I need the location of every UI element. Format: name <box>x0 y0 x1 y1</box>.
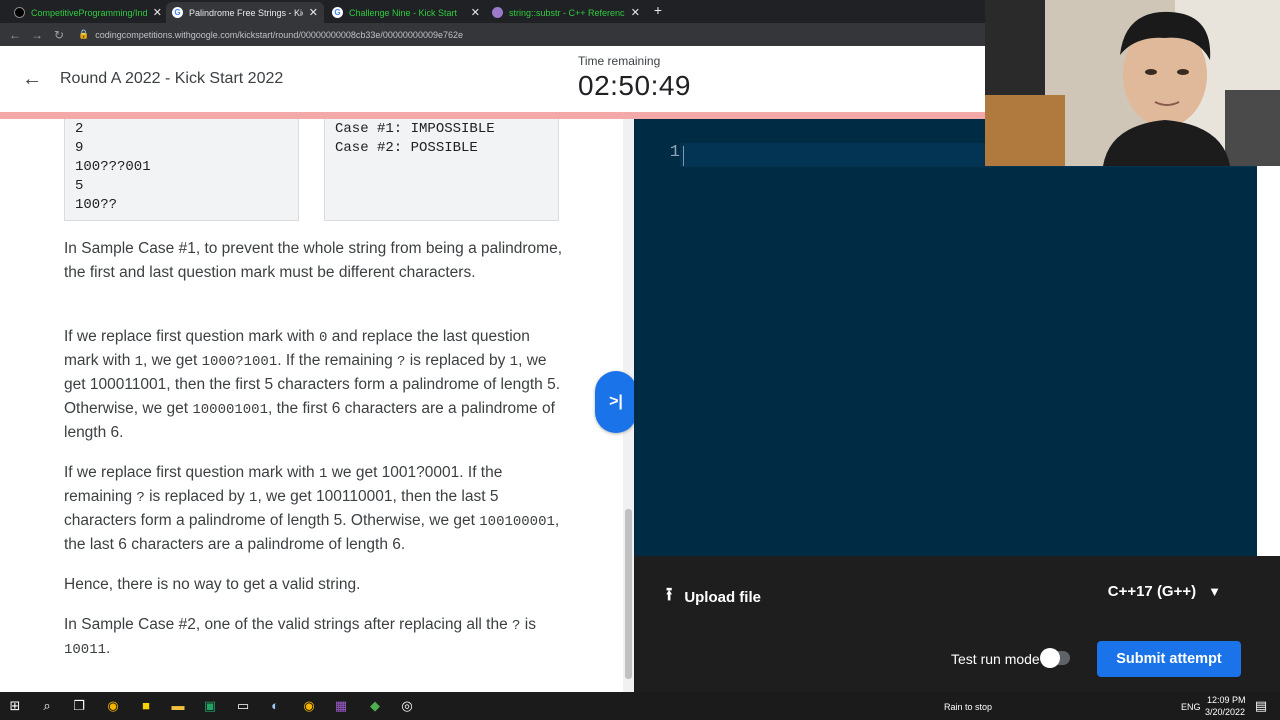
collapse-panel-button[interactable]: >| <box>595 371 637 433</box>
edge-icon[interactable]: ◐ <box>266 697 284 715</box>
sample-input-box: 2 9 100???001 5 100?? <box>64 119 299 221</box>
terminal-icon[interactable]: ▭ <box>234 697 252 715</box>
submit-attempt-button[interactable]: Submit attempt <box>1097 641 1241 677</box>
forward-icon[interactable]: → <box>26 28 48 42</box>
task-view-icon[interactable]: ❐ <box>70 697 88 715</box>
close-tab-icon[interactable]: ✕ <box>631 6 640 19</box>
page-header: ← Round A 2022 - Kick Start 2022 Time re… <box>0 46 985 112</box>
new-tab-icon[interactable]: + <box>651 3 665 18</box>
text-cursor <box>683 146 684 166</box>
browser-tab-palindrome[interactable]: G Palindrome Free Strings - Kick St ✕ <box>166 2 324 23</box>
chrome-active-icon[interactable]: ◉ <box>300 697 318 715</box>
explanation-paragraph-4: Hence, there is no way to get a valid st… <box>64 576 361 593</box>
scrollbar-thumb[interactable] <box>625 509 632 679</box>
language-select[interactable]: C++17 (G++) ▼ <box>1108 583 1221 600</box>
url-field[interactable]: codingcompetitions.withgoogle.com/kickst… <box>95 30 463 40</box>
editor-right-margin <box>1257 119 1280 556</box>
line-number: 1 <box>669 143 680 162</box>
toggle-knob <box>1040 648 1060 668</box>
close-tab-icon[interactable]: ✕ <box>153 6 162 19</box>
browser-tab-challenge-nine[interactable]: G Challenge Nine - Kick Start ✕ <box>326 2 486 23</box>
weather-status[interactable]: Rain to stop <box>944 702 992 712</box>
explanation-paragraph-1: In Sample Case #1, to prevent the whole … <box>64 240 562 281</box>
browser-tab-competitive-programming[interactable]: CompetitiveProgramming/Index. ✕ <box>8 2 168 23</box>
time-remaining-label: Time remaining <box>578 54 661 68</box>
editor-controls: ⭱ Upload file C++17 (G++) ▼ Test run mod… <box>634 556 1257 692</box>
test-run-toggle[interactable] <box>1040 648 1070 668</box>
clock-date[interactable]: 3/20/2022 <box>1205 707 1245 717</box>
upload-file-button[interactable]: ⭱ Upload file <box>666 582 761 612</box>
google-icon: G <box>332 7 343 18</box>
chevron-right-bar-icon: >| <box>609 393 623 410</box>
file-explorer-icon[interactable]: ▬ <box>169 697 187 715</box>
notification-icon[interactable]: ▤ <box>1252 697 1270 715</box>
webcam-image <box>985 0 1280 166</box>
obs-icon[interactable]: ◎ <box>398 697 416 715</box>
search-icon[interactable]: ⌕ <box>38 697 56 715</box>
windows-start-icon[interactable]: ⊞ <box>6 697 24 715</box>
github-icon <box>14 7 25 18</box>
chrome-icon[interactable]: ◉ <box>104 697 122 715</box>
close-tab-icon[interactable]: ✕ <box>309 6 318 19</box>
page-title: Round A 2022 - Kick Start 2022 <box>60 70 284 87</box>
close-tab-icon[interactable]: ✕ <box>471 6 480 19</box>
clock-time[interactable]: 12:09 PM <box>1207 695 1246 705</box>
sticky-notes-icon[interactable]: ■ <box>137 697 155 715</box>
problem-statement-panel: 2 9 100???001 5 100?? Case #1: IMPOSSIBL… <box>0 119 634 692</box>
upload-icon: ⭱ <box>666 584 673 604</box>
explanation-paragraph-5: In Sample Case #2, one of the valid stri… <box>64 616 536 658</box>
reload-icon[interactable]: ↻ <box>48 28 70 42</box>
time-progress-bar <box>0 112 985 119</box>
test-run-label: Test run mode <box>951 651 1040 667</box>
code-editor[interactable]: 1 <box>634 119 1257 556</box>
webcam-overlay <box>985 0 1280 166</box>
back-icon[interactable]: ← <box>4 28 26 42</box>
arrow-back-icon[interactable]: ← <box>22 68 42 91</box>
windows-taskbar: ⊞ ⌕ ❐ ◉ ■ ▬ ▣ ▭ ◐ ◉ ▦ ◆ ◎ Rain to stop E… <box>0 692 1280 720</box>
language-indicator[interactable]: ENG <box>1181 702 1201 712</box>
cpp-reference-icon <box>492 7 503 18</box>
google-icon: G <box>172 7 183 18</box>
explanation-paragraph-2: If we replace first question mark with 0… <box>64 328 561 441</box>
browser-tab-cpp-reference[interactable]: string::substr - C++ Reference ✕ <box>486 2 646 23</box>
explanation-paragraph-3: If we replace first question mark with 1… <box>64 464 560 553</box>
sample-output-box: Case #1: IMPOSSIBLE Case #2: POSSIBLE <box>324 119 559 221</box>
address-bar: ← → ↻ 🔒 codingcompetitions.withgoogle.co… <box>0 23 985 46</box>
time-remaining-value: 02:50:49 <box>578 70 691 101</box>
vim-icon[interactable]: ◆ <box>366 697 384 715</box>
chevron-down-icon: ▼ <box>1208 584 1221 599</box>
onenote-icon[interactable]: ▦ <box>332 697 350 715</box>
lock-icon: 🔒 <box>78 29 90 39</box>
excel-icon[interactable]: ▣ <box>201 697 219 715</box>
controls-right-margin <box>1257 556 1280 692</box>
